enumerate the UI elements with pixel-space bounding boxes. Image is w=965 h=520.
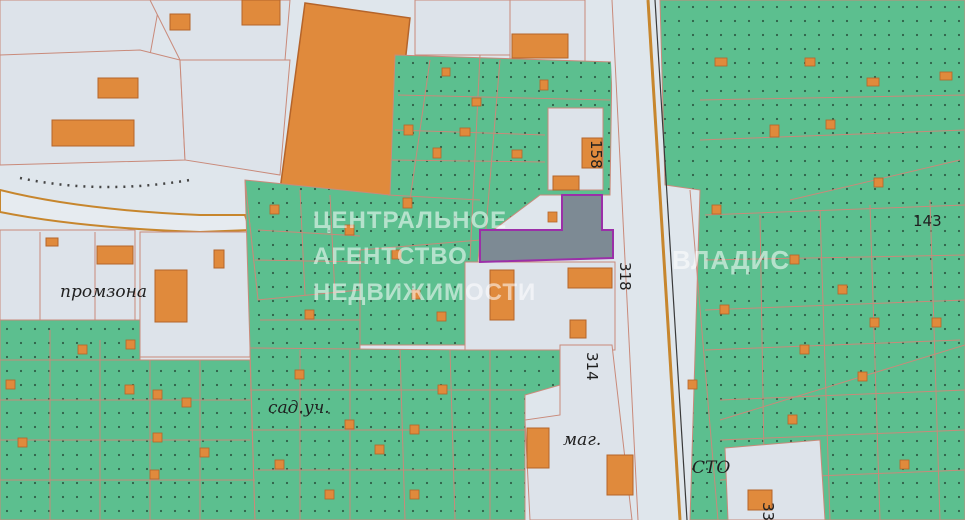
number-33: 33 <box>759 502 777 520</box>
label-service-station: СТО <box>692 458 731 478</box>
number-158: 158 <box>587 140 605 169</box>
watermark-line-2: АГЕНТСТВО <box>313 243 468 270</box>
map-canvas <box>0 0 965 520</box>
cadastral-map[interactable]: ЦЕНТРАЛЬНОЕ АГЕНТСТВО НЕДВИЖИМОСТИ ВЛАДИ… <box>0 0 965 520</box>
number-318: 318 <box>616 262 634 291</box>
label-industrial-zone: промзона <box>60 282 148 302</box>
watermark-line-3: НЕДВИЖИМОСТИ <box>313 279 537 306</box>
number-314: 314 <box>583 352 601 381</box>
label-shop: маг. <box>563 430 602 450</box>
industrial-parcels <box>0 0 291 176</box>
number-143: 143 <box>913 212 942 230</box>
watermark-line-1: ЦЕНТРАЛЬНОЕ <box>313 207 508 234</box>
label-gardens: сад.уч. <box>268 398 330 418</box>
watermark-brand: ВЛАДИС <box>672 245 791 275</box>
